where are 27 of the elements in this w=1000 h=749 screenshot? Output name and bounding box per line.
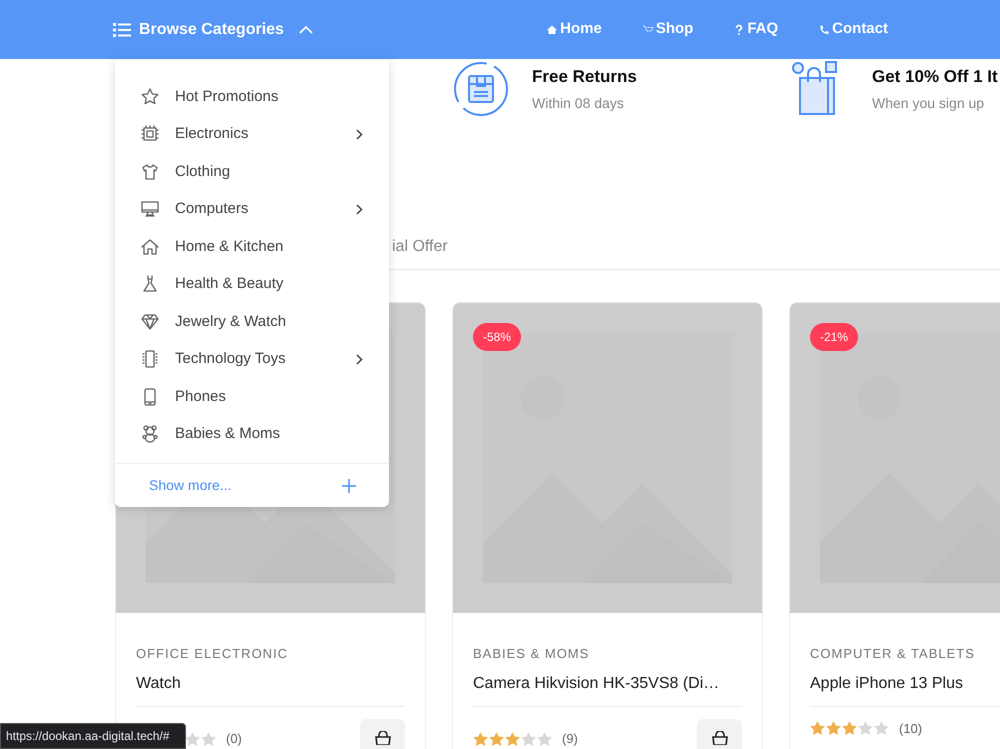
category-item[interactable]: Health & Beauty	[115, 266, 389, 303]
review-count: (9)	[562, 730, 578, 748]
product-category[interactable]: BABIES & MOMS	[473, 644, 742, 664]
review-count: (0)	[226, 730, 242, 748]
category-item[interactable]: Hot Promotions	[115, 78, 389, 116]
tab[interactable]: ial Offer	[392, 235, 448, 259]
category-item[interactable]: Jewelry & Watch	[115, 303, 389, 340]
feature-subtitle: When you sign up	[872, 94, 986, 114]
product-card[interactable]: -58% BABIES & MOMS Camera Hikvision HK-35VS8 (Di… (9)	[452, 302, 763, 749]
category-item[interactable]: Phones	[115, 378, 389, 416]
category-item[interactable]: Technology Toys	[115, 340, 389, 378]
product-category[interactable]: COMPUTER & TABLETS	[810, 644, 1000, 664]
product-card[interactable]: -21% COMPUTER & TABLETS Apple iPhone 13 Plus (10)	[789, 302, 1000, 749]
product-category[interactable]: OFFICE ELECTRONIC	[136, 644, 405, 664]
feature-title: Get 10% Off 1 It	[872, 66, 998, 88]
category-item[interactable]: Electronics	[115, 116, 389, 153]
product-title[interactable]: Watch	[136, 672, 405, 696]
product-title[interactable]: Camera Hikvision HK-35VS8 (Di…	[473, 672, 742, 696]
category-item[interactable]: Home & Kitchen	[115, 228, 389, 266]
status-url-tooltip: https://dookan.aa-digital.tech/#	[0, 723, 186, 749]
feature-subtitle: Within 08 days	[532, 94, 625, 114]
review-count: (10)	[899, 720, 922, 738]
category-item[interactable]: Computers	[115, 190, 389, 228]
category-item[interactable]: Clothing	[115, 153, 389, 190]
category-item[interactable]: Babies & Moms	[115, 416, 389, 453]
product-title[interactable]: Apple iPhone 13 Plus	[810, 672, 1000, 696]
feature-title: Free Returns	[532, 66, 637, 88]
